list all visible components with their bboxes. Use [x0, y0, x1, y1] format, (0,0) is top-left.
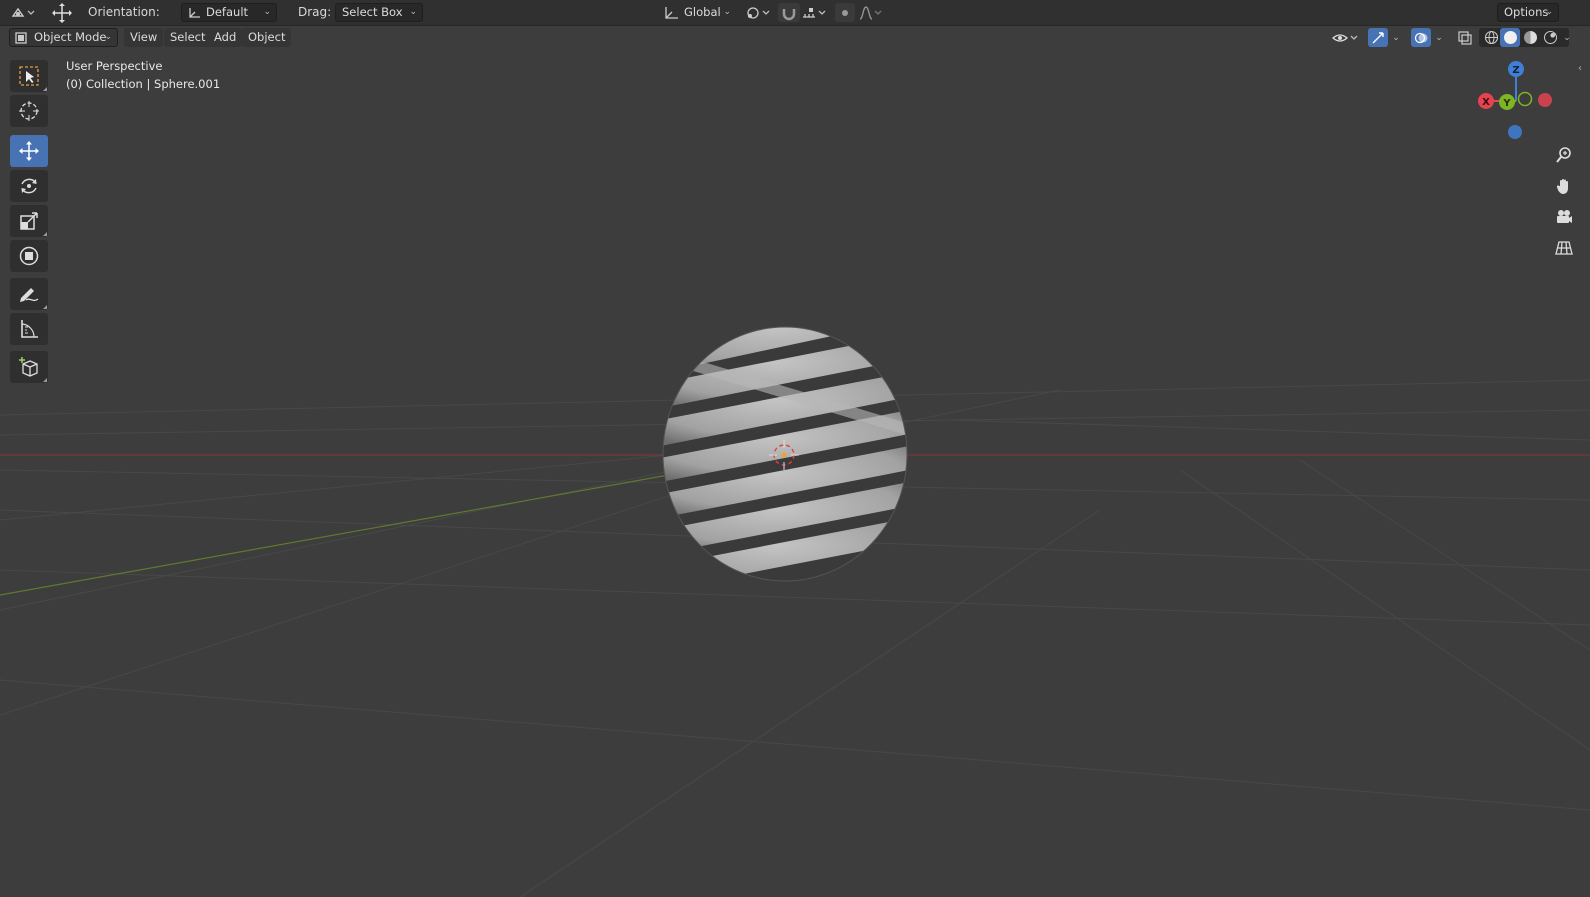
snap-target-dropdown[interactable] [800, 3, 830, 22]
viewport-scene[interactable] [0, 50, 1590, 897]
chevron-down-icon: ⌄ [1563, 32, 1571, 43]
scale-icon [20, 212, 38, 230]
drag-dropdown[interactable]: Select Box ⌄ [335, 3, 423, 22]
grid-view-icon[interactable] [1550, 234, 1578, 262]
gizmo-dropdown[interactable]: ⌄ [1389, 28, 1403, 47]
transform-orientation-dropdown[interactable]: Global ⌄ [659, 3, 737, 22]
annotate-pencil-icon [20, 288, 39, 302]
transform-orientation-icon [665, 7, 678, 19]
solid-sphere-icon [1503, 31, 1517, 44]
menu-view[interactable]: View [124, 28, 164, 47]
axes-icon [189, 8, 200, 18]
orientation-label: Orientation: [88, 5, 160, 19]
tool-select-box[interactable] [10, 60, 48, 92]
mode-value: Object Mode [34, 30, 107, 44]
gizmo-toggle[interactable] [1368, 28, 1388, 47]
chevron-down-icon: ⌄ [263, 7, 271, 17]
measure-ruler-icon [21, 320, 38, 338]
select-box-icon [19, 66, 39, 86]
falloff-curve-icon [859, 5, 882, 20]
gizmo-neg-y[interactable] [1517, 91, 1533, 107]
y-axis-line [0, 454, 781, 596]
viewport-collection-label: (0) Collection | Sphere.001 [66, 77, 221, 91]
shading-solid[interactable] [1500, 28, 1520, 47]
chevron-down-icon: ⌄ [1435, 32, 1443, 43]
editor-type-button[interactable] [6, 3, 40, 22]
viewport-perspective-label: User Perspective [66, 59, 163, 73]
snap-increment-icon [803, 7, 826, 18]
drag-value: Select Box [342, 5, 403, 19]
zoom-icon[interactable] [1550, 141, 1578, 169]
orientation-dropdown[interactable]: Default ⌄ [181, 3, 277, 22]
object-mode-icon [11, 7, 35, 17]
tool-scale[interactable] [10, 205, 48, 237]
eye-icon [1332, 33, 1358, 42]
cursor-icon [19, 101, 39, 121]
menu-select[interactable]: Select [164, 28, 212, 47]
visibility-dropdown[interactable] [1330, 28, 1362, 47]
gizmo-z-label: Z [1512, 65, 1519, 76]
menu-object[interactable]: Object [242, 28, 292, 47]
tool-transform[interactable] [10, 240, 48, 272]
camera-icon[interactable] [1550, 203, 1578, 231]
shading-dropdown[interactable]: ⌄ [1560, 28, 1574, 47]
menu-add[interactable]: Add [208, 28, 243, 47]
options-label: Options [1504, 5, 1549, 19]
chevron-down-icon: ⌄ [723, 7, 731, 17]
move-tool-icon[interactable] [48, 2, 76, 23]
tool-annotate[interactable] [10, 278, 48, 310]
shading-wireframe[interactable] [1481, 28, 1501, 47]
proportional-edit-toggle[interactable] [835, 3, 855, 22]
pivot-point-dropdown[interactable] [744, 3, 774, 22]
chevron-down-icon: ⌄ [1545, 7, 1553, 17]
chevron-down-icon: ⌄ [104, 32, 112, 42]
overlays-toggle[interactable] [1411, 28, 1431, 47]
tool-measure[interactable] [10, 313, 48, 345]
chevron-down-icon: ⌄ [409, 7, 417, 17]
add-cube-icon [19, 357, 38, 377]
gizmo-x-label: X [1482, 97, 1490, 108]
tool-settings-header: Orientation: Default ⌄ Drag: Select Box … [0, 0, 1590, 26]
overlays-icon [1414, 32, 1428, 43]
object-mode-icon [15, 32, 27, 44]
drag-label: Drag: [298, 5, 332, 19]
shading-rendered[interactable] [1540, 28, 1560, 47]
pivot-icon [747, 6, 770, 19]
navigation-gizmo[interactable]: Z X Y [1475, 55, 1575, 145]
rotate-icon [21, 178, 37, 194]
wireframe-sphere-icon [1484, 30, 1498, 45]
tool-cursor[interactable] [10, 95, 48, 127]
rendered-sphere-icon [1543, 31, 1557, 44]
gizmo-icon [1372, 31, 1384, 43]
options-dropdown[interactable]: Options ⌄ [1497, 3, 1559, 22]
proportional-edit-icon [842, 9, 848, 16]
gizmo-y-label: Y [1502, 98, 1511, 109]
move-icon [19, 141, 39, 161]
sidebar-toggle-icon[interactable]: ‹ [1578, 63, 1582, 74]
sphere-object[interactable] [650, 295, 930, 592]
orientation-value: Default [206, 5, 249, 19]
pan-hand-icon[interactable] [1550, 172, 1578, 200]
tool-rotate[interactable] [10, 170, 48, 202]
mode-dropdown[interactable]: Object Mode ⌄ [9, 28, 118, 47]
gizmo-neg-x[interactable] [1538, 93, 1552, 107]
falloff-dropdown[interactable] [857, 3, 885, 22]
shading-material[interactable] [1520, 28, 1540, 47]
tool-add-cube[interactable] [10, 351, 48, 383]
xray-icon [1458, 30, 1472, 45]
magnet-icon [782, 8, 796, 20]
material-sphere-icon [1523, 31, 1537, 44]
transform-icon [19, 246, 39, 266]
gizmo-neg-z[interactable] [1508, 125, 1522, 139]
snap-toggle[interactable] [778, 3, 800, 22]
chevron-down-icon: ⌄ [1392, 32, 1400, 43]
transform-orientation-value: Global [684, 5, 721, 19]
overlays-dropdown[interactable]: ⌄ [1432, 28, 1446, 47]
tool-move[interactable] [10, 135, 48, 167]
xray-toggle[interactable] [1455, 28, 1475, 47]
